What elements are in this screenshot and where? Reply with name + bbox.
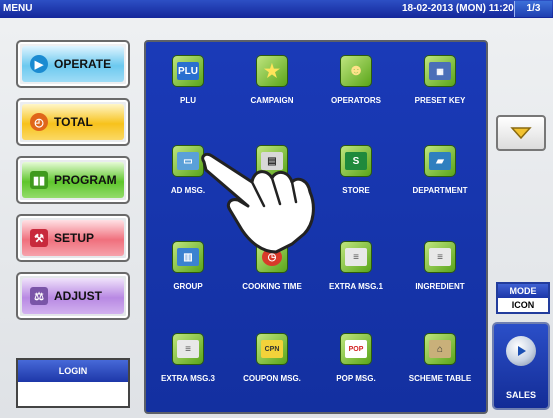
window-title: MENU <box>3 3 33 14</box>
menu-item-extra-msg-3[interactable]: ≡ EXTRA MSG.3 <box>146 334 230 384</box>
clock-icon: ◴ <box>30 113 48 131</box>
adjust-label: ADJUST <box>54 289 103 303</box>
sales-label: SALES <box>505 390 536 400</box>
mode-label: MODE <box>498 284 548 298</box>
scale-icon: ⚖ <box>30 287 48 305</box>
sales-button[interactable]: SALES <box>492 322 550 410</box>
login-panel[interactable]: LOGIN <box>16 358 130 408</box>
menu-item-preset-key[interactable]: ▦ PRESET KEY <box>398 56 482 106</box>
scroll-down-button[interactable] <box>496 115 546 151</box>
person-icon: ☻ <box>341 56 371 86</box>
menu-item-coupon-msg[interactable]: CPN COUPON MSG. <box>230 334 314 384</box>
menu-item-label: PLU <box>180 96 196 105</box>
mode-indicator: MODE ICON <box>496 282 550 314</box>
menu-item-label: EXTRA MSG.3 <box>161 374 215 383</box>
play-icon: ▶ <box>30 55 48 73</box>
menu-item-label: AD MSG. <box>170 186 206 195</box>
plu-icon: PLU <box>173 56 203 86</box>
store-icon: S <box>341 146 371 176</box>
message-icon: ≡ <box>173 334 203 364</box>
pop-icon: POP <box>341 334 371 364</box>
menu-item-cooking-time[interactable]: ◷ COOKING TIME <box>230 242 314 292</box>
triangle-down-icon <box>510 127 532 140</box>
menu-item-scheme-table[interactable]: ⌂ SCHEME TABLE <box>398 334 482 384</box>
menu-item-pop-msg[interactable]: POP POP MSG. <box>314 334 398 384</box>
login-label: LOGIN <box>18 360 128 382</box>
setup-button[interactable]: ⚒ SETUP <box>16 214 130 262</box>
wrench-icon: ⚒ <box>30 229 48 247</box>
message-icon: ≡ <box>341 242 371 272</box>
total-label: TOTAL <box>54 115 93 129</box>
operate-button[interactable]: ▶ OPERATE <box>16 40 130 88</box>
menu-item-extra-msg-1[interactable]: ≡ EXTRA MSG.1 <box>314 242 398 292</box>
star-icon: ★ <box>257 56 287 86</box>
menu-item-label: ER <box>266 186 278 195</box>
menu-item-er[interactable]: ▤ ER <box>230 146 314 196</box>
message-icon: ≡ <box>425 242 455 272</box>
menu-item-ad-msg[interactable]: ▭ AD MSG. <box>146 146 230 196</box>
sales-play-icon <box>506 336 536 366</box>
folder-icon: ▰ <box>425 146 455 176</box>
total-button[interactable]: ◴ TOTAL <box>16 98 130 146</box>
book-icon: ▮▮ <box>30 171 48 189</box>
menu-item-label: COUPON MSG. <box>243 374 301 383</box>
menu-item-operators[interactable]: ☻ OPERATORS <box>314 56 398 106</box>
program-button[interactable]: ▮▮ PROGRAM <box>16 156 130 204</box>
menu-item-group[interactable]: ▥ GROUP <box>146 242 230 292</box>
page-indicator: 1/3 <box>514 1 552 17</box>
menu-item-label: EXTRA MSG.1 <box>329 282 383 291</box>
menu-item-label: CAMPAIGN <box>250 96 294 105</box>
program-label: PROGRAM <box>54 173 117 187</box>
menu-item-label: SCHEME TABLE <box>408 374 472 383</box>
menu-item-label: STORE <box>342 186 370 195</box>
group-icon: ▥ <box>173 242 203 272</box>
keyboard-icon: ▦ <box>425 56 455 86</box>
operate-label: OPERATE <box>54 57 112 71</box>
menu-item-label: POP MSG. <box>336 374 376 383</box>
coupon-icon: CPN <box>257 334 287 364</box>
monitor-icon: ▭ <box>173 146 203 176</box>
menu-item-department[interactable]: ▰ DEPARTMENT <box>398 146 482 196</box>
menu-item-campaign[interactable]: ★ CAMPAIGN <box>230 56 314 106</box>
menu-item-label: DEPARTMENT <box>412 186 468 195</box>
datetime-display: 18-02-2013 (MON) 11:20 <box>402 3 514 14</box>
title-bar: MENU 18-02-2013 (MON) 11:20 1/3 <box>0 0 553 18</box>
menu-item-label: COOKING TIME <box>242 282 302 291</box>
menu-item-label: INGREDIENT <box>415 282 465 291</box>
printer-icon: ▤ <box>257 146 287 176</box>
mode-value: ICON <box>498 298 548 312</box>
menu-item-label: GROUP <box>173 282 203 291</box>
menu-item-plu[interactable]: PLU PLU <box>146 56 230 106</box>
scheme-icon: ⌂ <box>425 334 455 364</box>
menu-item-ingredient[interactable]: ≡ INGREDIENT <box>398 242 482 292</box>
menu-panel: PLU PLU ★ CAMPAIGN ☻ OPERATORS ▦ PRESET … <box>144 40 488 414</box>
adjust-button[interactable]: ⚖ ADJUST <box>16 272 130 320</box>
setup-label: SETUP <box>54 231 95 245</box>
timer-icon: ◷ <box>257 242 287 272</box>
menu-item-label: OPERATORS <box>331 96 381 105</box>
menu-item-store[interactable]: S STORE <box>314 146 398 196</box>
menu-item-label: PRESET KEY <box>414 96 466 105</box>
